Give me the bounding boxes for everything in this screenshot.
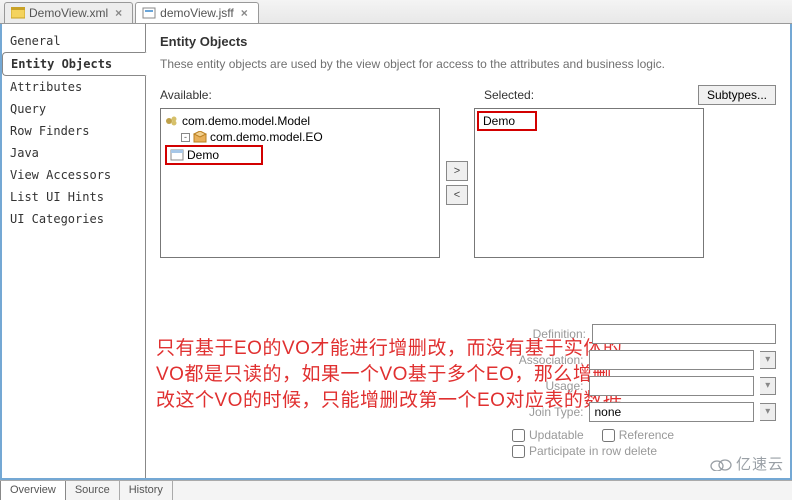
close-icon[interactable]: × (115, 6, 122, 20)
main-panel: Entity Objects These entity objects are … (145, 24, 790, 478)
sidebar-item-java[interactable]: Java (2, 142, 145, 164)
tree-label: com.demo.model.EO (210, 130, 323, 144)
sidebar-item-query[interactable]: Query (2, 98, 145, 120)
shuttle-buttons: > < (440, 108, 474, 258)
sidebar-item-entity-objects[interactable]: Entity Objects (2, 52, 147, 76)
tab-label: DemoView.xml (29, 6, 108, 20)
join-type-select[interactable] (589, 402, 754, 422)
association-select[interactable] (589, 350, 754, 370)
chevron-down-icon[interactable]: ▾ (760, 351, 776, 369)
watermark-text: 亿速云 (736, 453, 784, 474)
cloud-icon (710, 457, 732, 471)
tree-node-package[interactable]: - com.demo.model.EO (165, 129, 435, 145)
selected-item-demo[interactable]: Demo (477, 111, 537, 131)
sidebar-item-row-finders[interactable]: Row Finders (2, 120, 145, 142)
usage-label: Usage: (508, 379, 583, 393)
close-icon[interactable]: × (241, 6, 248, 20)
available-list[interactable]: com.demo.model.Model - com.demo.model.EO… (160, 108, 440, 258)
chevron-down-icon[interactable]: ▾ (760, 377, 776, 395)
tree-label: com.demo.model.Model (182, 114, 310, 128)
sidebar-item-list-ui-hints[interactable]: List UI Hints (2, 186, 145, 208)
tab-overview[interactable]: Overview (0, 481, 66, 500)
shuttle-left-button[interactable]: < (446, 185, 468, 205)
selected-list[interactable]: Demo (474, 108, 704, 258)
shuttle-panel: com.demo.model.Model - com.demo.model.EO… (160, 108, 776, 258)
usage-select[interactable] (589, 376, 754, 396)
page-description: These entity objects are used by the vie… (160, 57, 776, 71)
definition-label: Definition: (508, 327, 586, 341)
page-title: Entity Objects (160, 34, 776, 49)
editor-tab-bar: DemoView.xml × demoView.jsff × (0, 0, 792, 24)
available-label: Available: (160, 88, 450, 102)
watermark: 亿速云 (710, 453, 784, 474)
tree-label: Demo (187, 148, 219, 162)
chevron-down-icon[interactable]: ▾ (760, 403, 776, 421)
definition-input[interactable] (592, 324, 776, 344)
sidebar-item-attributes[interactable]: Attributes (2, 76, 145, 98)
selected-label: Selected: (450, 88, 534, 102)
join-type-label: Join Type: (508, 405, 583, 419)
editor-tab-demoview-xml[interactable]: DemoView.xml × (4, 2, 133, 23)
entity-icon (170, 149, 184, 161)
editor-tab-demoview-jsff[interactable]: demoView.jsff × (135, 2, 259, 23)
tab-label: demoView.jsff (160, 6, 234, 20)
association-label: Association: (508, 353, 583, 367)
tree-node-demo[interactable]: Demo (165, 145, 263, 165)
properties-panel: Definition: Association: ▾ Usage: ▾ Join… (508, 324, 776, 458)
sidebar-item-general[interactable]: General (2, 30, 145, 52)
reference-checkbox[interactable]: Reference (602, 428, 674, 442)
collapse-icon[interactable]: - (181, 133, 190, 142)
shuttle-right-button[interactable]: > (446, 161, 468, 181)
tab-history[interactable]: History (120, 481, 173, 500)
tab-source[interactable]: Source (66, 481, 120, 500)
section-sidebar: General Entity Objects Attributes Query … (2, 24, 145, 478)
jsff-file-icon (142, 7, 156, 19)
subtypes-button[interactable]: Subtypes... (698, 85, 776, 105)
xml-file-icon (11, 7, 25, 19)
updatable-checkbox[interactable]: Updatable (512, 428, 584, 442)
bottom-tab-bar: Overview Source History (0, 480, 792, 500)
tree-node-model[interactable]: com.demo.model.Model (165, 113, 435, 129)
workspace: General Entity Objects Attributes Query … (0, 24, 792, 480)
participate-checkbox[interactable]: Participate in row delete (512, 444, 657, 458)
model-icon (165, 115, 179, 127)
sidebar-item-view-accessors[interactable]: View Accessors (2, 164, 145, 186)
sidebar-item-ui-categories[interactable]: UI Categories (2, 208, 145, 230)
package-icon (193, 131, 207, 143)
